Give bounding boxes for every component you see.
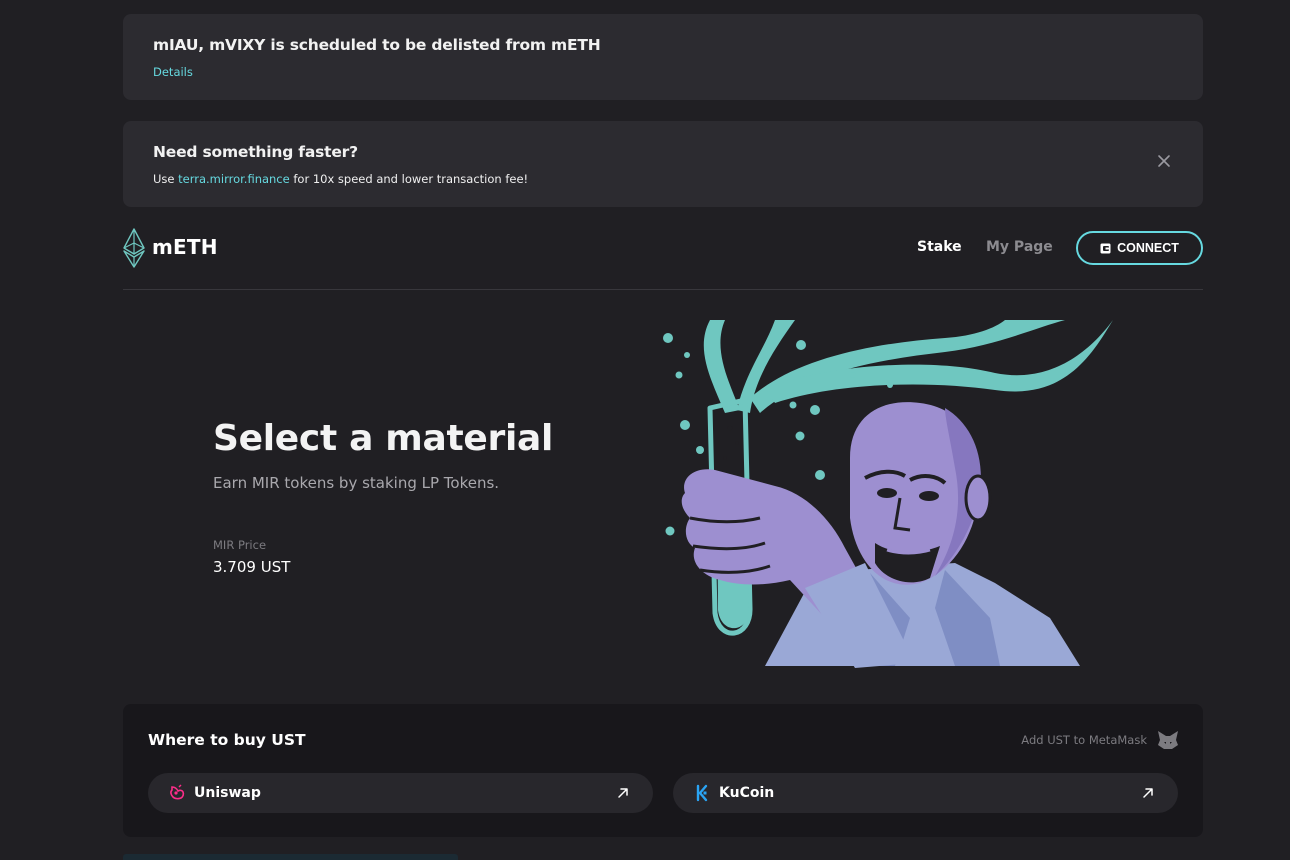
metamask-fox-icon: [1158, 731, 1178, 749]
uniswap-icon: [170, 784, 185, 800]
exchange-kucoin[interactable]: KuCoin: [673, 773, 1178, 813]
exchange-kucoin-label: KuCoin: [719, 785, 775, 801]
where-to-buy-title: Where to buy UST: [148, 731, 306, 749]
wallet-icon: [1100, 243, 1111, 253]
page-title: Select a material: [213, 418, 554, 459]
connect-label: CONNECT: [1117, 241, 1179, 255]
where-to-buy-card: Where to buy UST Add UST to MetaMask Uni…: [123, 704, 1203, 837]
external-link-arrow-icon: [618, 788, 628, 798]
page-subtitle: Earn MIR tokens by staking LP Tokens.: [213, 474, 500, 492]
speed-notice-suffix: for 10x speed and lower transaction fee!: [289, 172, 529, 186]
external-link-arrow-icon: [1143, 788, 1153, 798]
speed-notice: Need something faster? Use terra.mirror.…: [123, 121, 1203, 207]
ethereum-logo-icon[interactable]: [123, 228, 145, 268]
mir-price-label: MIR Price: [213, 538, 267, 552]
scientist-illustration: [663, 320, 1113, 668]
details-link[interactable]: Details: [153, 65, 193, 79]
close-icon[interactable]: [1157, 154, 1171, 168]
next-section-peek: [123, 854, 458, 860]
delisting-notice: mIAU, mVIXY is scheduled to be delisted …: [123, 14, 1203, 100]
speed-notice-prefix: Use: [153, 172, 179, 186]
kucoin-icon: [696, 784, 708, 802]
speed-notice-title: Need something faster?: [153, 143, 358, 161]
page: mIAU, mVIXY is scheduled to be delisted …: [0, 0, 1290, 860]
terra-mirror-link[interactable]: terra.mirror.finance: [178, 172, 290, 186]
mir-price-value: 3.709 UST: [213, 558, 291, 576]
nav-my-page[interactable]: My Page: [986, 239, 1053, 255]
delisting-notice-title: mIAU, mVIXY is scheduled to be delisted …: [153, 36, 601, 54]
brand-name[interactable]: mETH: [152, 235, 218, 259]
nav-stake[interactable]: Stake: [917, 239, 962, 255]
exchange-uniswap-label: Uniswap: [194, 785, 261, 801]
header: mETH Stake My Page CONNECT: [123, 226, 1203, 290]
speed-notice-text: Use terra.mirror.finance for 10x speed a…: [153, 172, 528, 186]
exchange-uniswap[interactable]: Uniswap: [148, 773, 653, 813]
connect-button[interactable]: CONNECT: [1076, 231, 1203, 265]
add-to-metamask-button[interactable]: Add UST to MetaMask: [1021, 730, 1179, 750]
add-to-metamask-label: Add UST to MetaMask: [1021, 733, 1147, 747]
